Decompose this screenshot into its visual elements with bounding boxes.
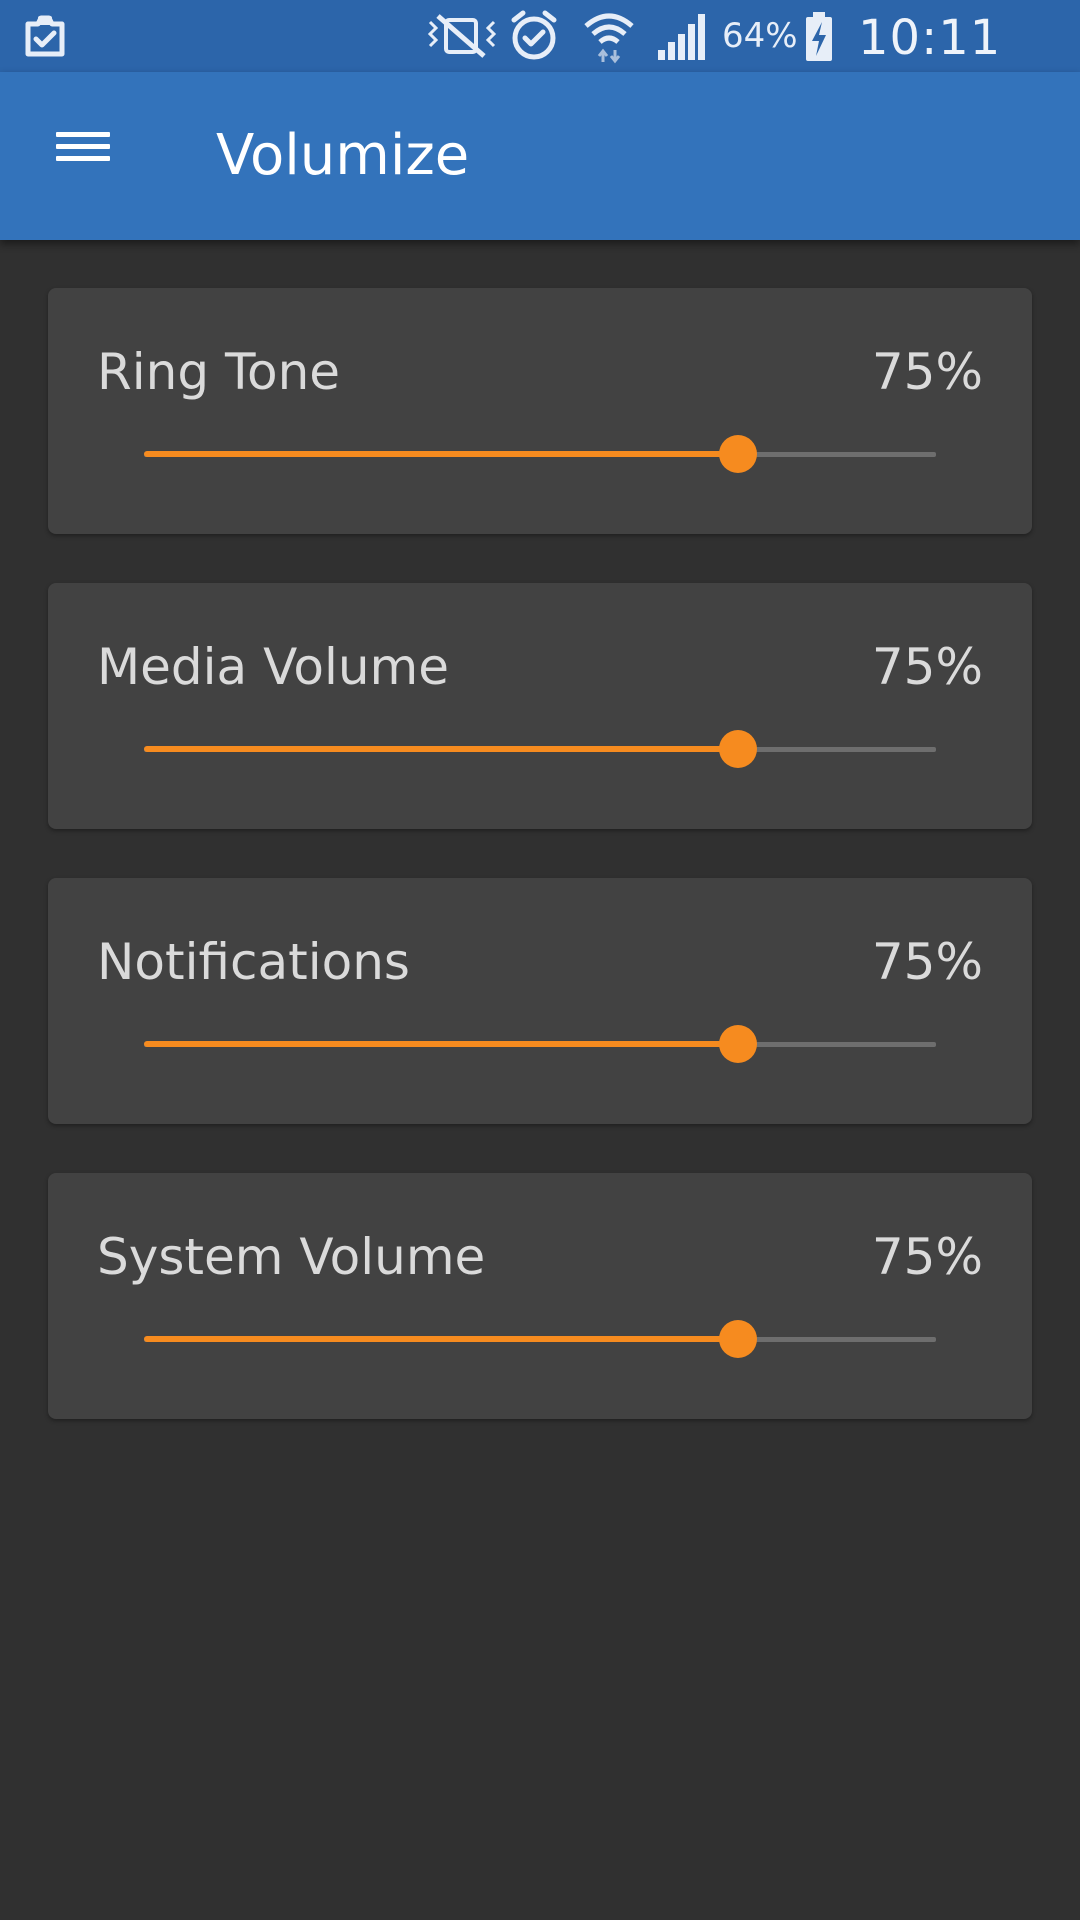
slider-fill [144, 451, 738, 457]
status-bar: 64% 10:11 PM [0, 0, 1080, 126]
media-volume-value: 75% [871, 638, 983, 696]
system-volume-label: System Volume [97, 1228, 486, 1286]
slider-thumb[interactable] [719, 1320, 757, 1358]
alarm-clock-icon [511, 10, 557, 60]
slider-thumb[interactable] [719, 730, 757, 768]
app-title: Volumize [216, 123, 470, 188]
app-bar: Volumize [0, 72, 1080, 240]
cellular-signal-icon [658, 14, 705, 60]
media-volume-label: Media Volume [97, 638, 450, 696]
menu-button[interactable] [40, 116, 128, 196]
notifications-value: 75% [871, 933, 983, 991]
slider-fill [144, 1336, 738, 1342]
vibrate-mute-icon [427, 14, 497, 58]
media-volume-slider[interactable] [144, 729, 936, 769]
ring-tone-slider[interactable] [144, 434, 936, 474]
media-volume-card: Media Volume 75% [48, 583, 1032, 829]
wifi-data-icon [584, 13, 634, 64]
slider-fill [144, 1041, 738, 1047]
battery-charging-icon [806, 12, 832, 61]
battery-percentage: 64% [722, 16, 798, 56]
notifications-label: Notifications [97, 933, 410, 991]
clipboard-check-icon [25, 15, 65, 57]
system-volume-value: 75% [871, 1228, 983, 1286]
ring-tone-card: Ring Tone 75% [48, 288, 1032, 534]
ring-tone-label: Ring Tone [97, 343, 341, 401]
ring-tone-value: 75% [871, 343, 983, 401]
notifications-slider[interactable] [144, 1024, 936, 1064]
slider-fill [144, 746, 738, 752]
system-volume-card: System Volume 75% [48, 1173, 1032, 1419]
slider-thumb[interactable] [719, 1025, 757, 1063]
system-volume-slider[interactable] [144, 1319, 936, 1359]
slider-thumb[interactable] [719, 435, 757, 473]
notifications-card: Notifications 75% [48, 878, 1032, 1124]
